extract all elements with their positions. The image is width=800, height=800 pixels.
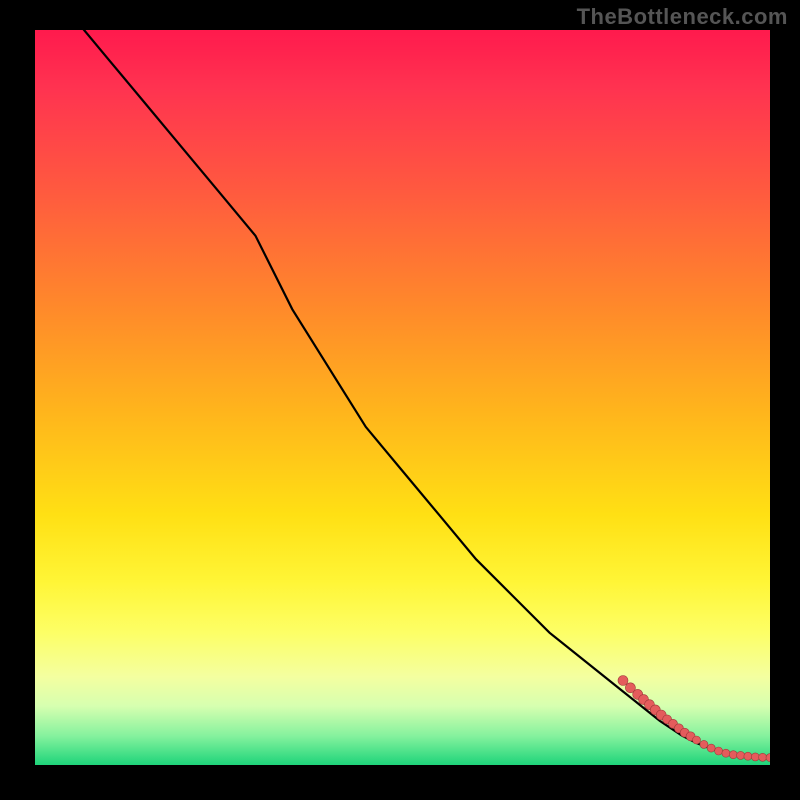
sample-point	[759, 753, 767, 761]
sample-point	[693, 736, 701, 744]
chart-overlay	[35, 30, 770, 765]
sample-point	[618, 676, 628, 686]
sample-point	[729, 751, 737, 759]
sample-point	[744, 752, 752, 760]
sample-point	[766, 754, 770, 762]
sample-point	[707, 744, 715, 752]
sample-point	[722, 749, 730, 757]
watermark-text: TheBottleneck.com	[577, 4, 788, 30]
bottleneck-curve	[72, 30, 770, 758]
sample-point	[715, 747, 723, 755]
chart-frame: TheBottleneck.com	[0, 0, 800, 800]
sample-point	[737, 751, 745, 759]
sample-point	[751, 753, 759, 761]
plot-area	[35, 30, 770, 765]
sample-point	[700, 740, 708, 748]
sample-points-group	[618, 676, 770, 762]
